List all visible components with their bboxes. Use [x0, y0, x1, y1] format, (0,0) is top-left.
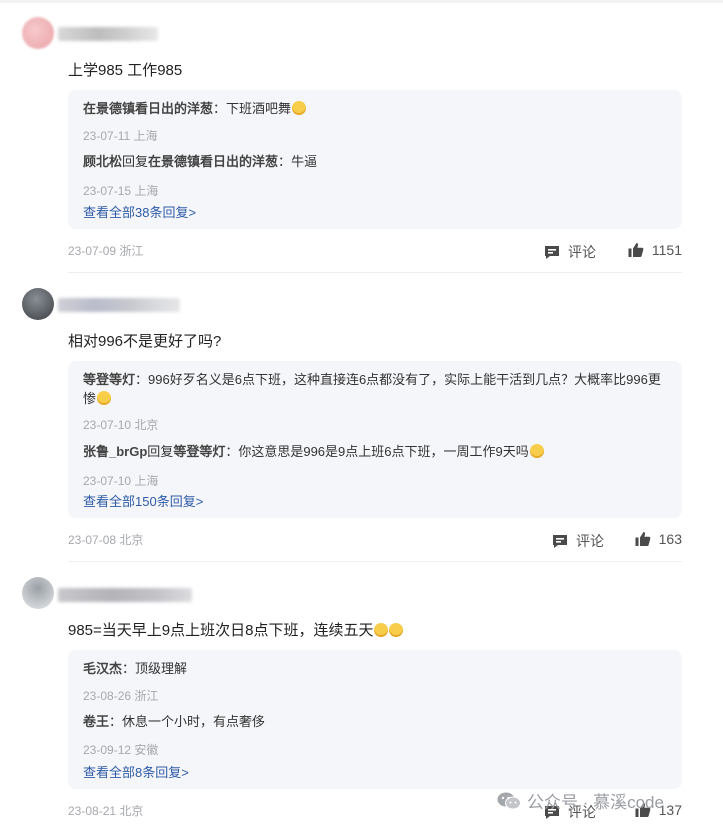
username-blurred[interactable]: [58, 298, 180, 312]
reply-separator: ：: [278, 154, 292, 169]
emoji-icon: [97, 391, 112, 405]
reply-separator: ：: [109, 714, 123, 729]
emoji-icon: [529, 444, 544, 458]
comment-label: 评论: [576, 533, 604, 549]
reply-box: 在景德镇看日出的洋葱：下班酒吧舞 23-07-11 上海 顾北松回复在景德镇看日…: [68, 90, 682, 229]
comment-meta: 23-07-08 北京: [68, 533, 144, 547]
emoji-icon: [389, 623, 404, 637]
wechat-icon: [497, 792, 521, 809]
like-count: 1151: [651, 242, 682, 258]
emoji-icon: [374, 623, 389, 637]
comment-footer: 23-07-08 北京 评论 163: [68, 531, 682, 549]
reply-meta: 23-07-15 上海: [83, 184, 159, 198]
like-button[interactable]: 1151: [628, 242, 682, 258]
reply-item: 卷王：休息一个小时，有点奢侈: [83, 712, 667, 731]
comment-button[interactable]: 评论: [552, 531, 604, 551]
comment-icon: [553, 534, 567, 548]
reply-text: 休息一个小时，有点奢侈: [122, 714, 266, 729]
reply-text: 你这意思是996是9点上班6点下班，一周工作9天吗: [238, 444, 529, 459]
reply-author[interactable]: 顾北松: [83, 154, 122, 169]
comment-footer: 23-07-09 浙江 评论 1151: [68, 242, 682, 260]
reply-text: 牛逼: [291, 154, 318, 169]
thumbs-up-icon: [635, 532, 651, 546]
comment-text: 相对996不是更好了吗?: [68, 333, 222, 350]
comment-text-content: 985=当天早上9点上班次日8点下班，连续五天: [68, 622, 374, 639]
username-blurred[interactable]: [58, 588, 192, 602]
reply-box: 毛汉杰：顶级理解 23-08-26 浙江 卷王：休息一个小时，有点奢侈 23-0…: [68, 650, 682, 789]
watermark: 公众号 · 慕溪code: [497, 788, 664, 813]
reply-author[interactable]: 张鲁_brGp: [83, 444, 147, 459]
comment-icon: [545, 245, 559, 259]
comment-meta: 23-07-09 浙江: [68, 244, 144, 258]
comment-meta: 23-08-21 北京: [68, 804, 144, 818]
reply-item: 在景德镇看日出的洋葱：下班酒吧舞: [83, 99, 667, 118]
comment-label: 评论: [568, 244, 596, 260]
like-button[interactable]: 163: [635, 531, 682, 547]
username-blurred[interactable]: [58, 27, 158, 41]
reply-text: 顶级理解: [135, 661, 188, 676]
reply-separator: ：: [213, 101, 227, 116]
reply-item: 等登等灯：996好歹名义是6点下班，这种直接连6点都没有了，实际上能干活到几点？…: [83, 370, 667, 408]
reply-separator: ：: [122, 661, 136, 676]
reply-item: 毛汉杰：顶级理解: [83, 659, 667, 678]
reply-text: 下班酒吧舞: [226, 101, 292, 116]
view-all-replies-link[interactable]: 查看全部8条回复>: [83, 762, 189, 781]
reply-meta: 23-07-10 上海: [83, 474, 159, 488]
reply-author[interactable]: 在景德镇看日出的洋葱: [83, 101, 213, 116]
comment-divider: [68, 561, 682, 562]
reply-text: 996好歹名义是6点下班，这种直接连6点都没有了，实际上能干活到几点？大概率比9…: [83, 372, 661, 406]
reply-word: 回复: [147, 444, 174, 459]
avatar[interactable]: [22, 288, 54, 320]
reply-box: 等登等灯：996好歹名义是6点下班，这种直接连6点都没有了，实际上能干活到几点？…: [68, 361, 682, 518]
reply-separator: ：: [135, 372, 149, 387]
reply-word: 回复: [122, 154, 149, 169]
avatar[interactable]: [22, 577, 54, 609]
reply-item: 顾北松回复在景德镇看日出的洋葱：牛逼: [83, 152, 667, 171]
reply-item: 张鲁_brGp回复等登等灯：你这意思是996是9点上班6点下班，一周工作9天吗: [83, 442, 667, 461]
reply-author[interactable]: 毛汉杰: [83, 661, 122, 676]
comment-text: 985=当天早上9点上班次日8点下班，连续五天: [68, 619, 404, 640]
reply-separator: ：: [225, 444, 239, 459]
like-count: 163: [658, 531, 682, 547]
view-all-replies-link[interactable]: 查看全部150条回复>: [83, 491, 203, 510]
comment-button[interactable]: 评论: [544, 242, 596, 262]
emoji-icon: [292, 101, 307, 115]
avatar[interactable]: [22, 17, 54, 49]
top-border: [0, 0, 723, 3]
view-all-replies-link[interactable]: 查看全部38条回复>: [83, 202, 196, 221]
reply-author[interactable]: 卷王: [83, 714, 109, 729]
reply-meta: 23-09-12 安徽: [83, 743, 159, 757]
reply-target[interactable]: 在景德镇看日出的洋葱: [148, 154, 278, 169]
reply-meta: 23-07-11 上海: [83, 129, 158, 143]
reply-author[interactable]: 等登等灯: [83, 372, 135, 387]
thumbs-up-icon: [628, 243, 644, 257]
comment-text: 上学985 工作985: [68, 62, 183, 79]
comment-divider: [68, 272, 682, 273]
reply-meta: 23-07-10 北京: [83, 418, 159, 432]
reply-target[interactable]: 等登等灯: [173, 444, 225, 459]
watermark-text: 公众号 · 慕溪code: [527, 793, 664, 812]
reply-meta: 23-08-26 浙江: [83, 689, 159, 703]
